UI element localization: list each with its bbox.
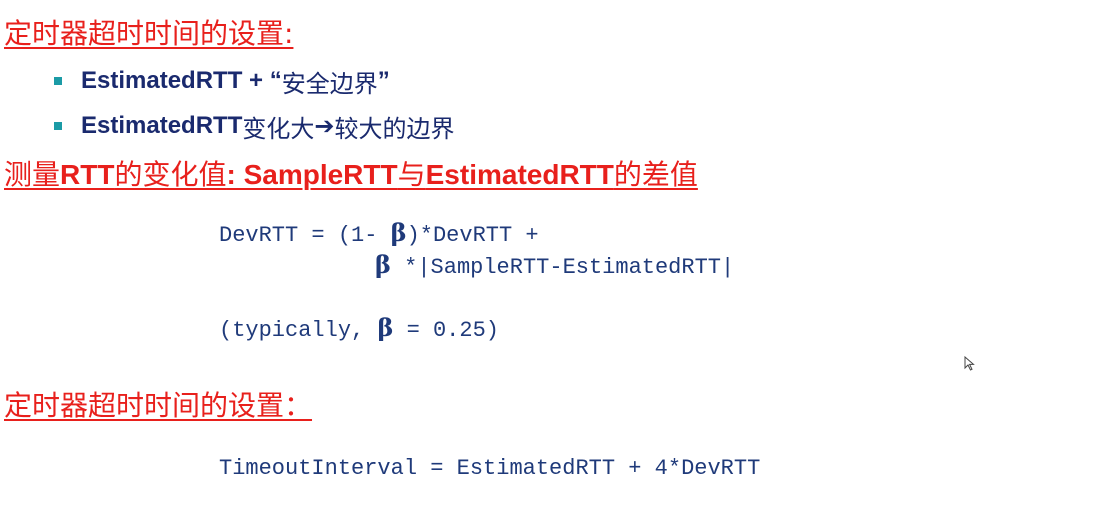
heading2-part7: 的差值 <box>613 158 698 191</box>
timeout-interval-formula: TimeoutInterval = EstimatedRTT + 4*DevRT… <box>219 456 761 481</box>
devrtt-line2-b: *|SampleRTT-EstimatedRTT| <box>390 255 735 280</box>
bullet-text-tail: ” <box>377 67 390 94</box>
devrtt-formula-line2: β *|SampleRTT-EstimatedRTT| <box>375 250 734 283</box>
beta-symbol: β <box>375 250 391 279</box>
devrtt-line1-a: DevRTT = (1- <box>219 223 391 248</box>
right-arrow-icon: ➔ <box>314 112 335 140</box>
bullet-text-cn: 变化大 <box>242 114 315 143</box>
mouse-pointer-icon <box>964 356 975 371</box>
typical-beta-note: (typically, β = 0.25) <box>219 313 499 346</box>
typical-b: = 0.25) <box>393 318 499 343</box>
bullet-text-en: EstimatedRTT + “ <box>81 67 282 94</box>
bullet-square-icon <box>54 122 62 130</box>
bullet-item-large-variation: EstimatedRTT 变化大 ➔ 较大的边界 <box>54 111 455 143</box>
beta-symbol: β <box>390 218 407 247</box>
section-heading-timeout-setting-2: 定时器超时时间的设置： <box>4 389 313 422</box>
bullet-square-icon <box>54 77 62 85</box>
heading2-part4: : SampleRTT <box>226 159 398 190</box>
section-heading-timeout-setting: 定时器超时时间的设置: <box>4 17 294 50</box>
devrtt-line1-b: )*DevRTT + <box>406 223 539 248</box>
heading2-part6: EstimatedRTT <box>425 159 614 190</box>
heading2-part2: RTT <box>60 159 115 190</box>
heading2-part1: 测量 <box>4 158 61 191</box>
heading2-part3: 的变化值 <box>114 158 227 191</box>
bullet-text-cn: 安全边界 <box>281 69 378 98</box>
heading2-part5: 与 <box>397 158 426 191</box>
bullet-text-cn2: 较大的边界 <box>334 114 455 143</box>
typical-a: (typically, <box>219 318 378 343</box>
beta-symbol: β <box>377 313 394 342</box>
bullet-text-en: EstimatedRTT <box>81 112 243 139</box>
devrtt-formula-line1: DevRTT = (1- β)*DevRTT + <box>219 218 539 251</box>
bullet-item-safety-margin: EstimatedRTT + “ 安全边界 ” <box>54 66 390 98</box>
section-heading-rtt-variation: 测量RTT的变化值: SampleRTT与EstimatedRTT的差值 <box>4 158 698 192</box>
